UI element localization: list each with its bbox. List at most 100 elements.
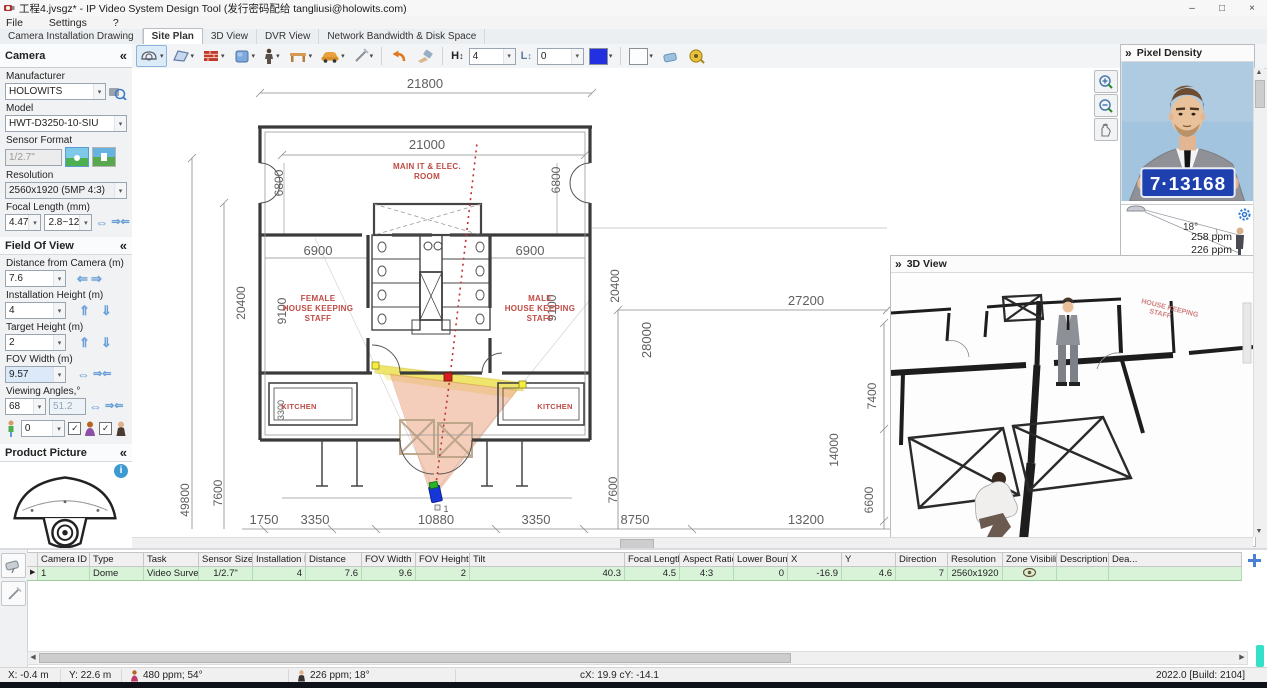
column-header-description[interactable]: Description xyxy=(1057,552,1109,567)
cell-fov-width[interactable]: 9.6 xyxy=(362,567,416,581)
install-height-down-button[interactable]: ⇓ xyxy=(101,304,112,317)
column-header-focal-length[interactable]: Focal Length xyxy=(625,552,680,567)
column-header-zone-visibility[interactable]: Zone Visibility xyxy=(1003,552,1057,567)
cell-task[interactable]: Video Surveillance xyxy=(144,567,199,581)
column-header-installation-hei-[interactable]: Installation Hei... xyxy=(253,552,306,567)
undo-button[interactable] xyxy=(387,45,411,67)
cell-camera-id[interactable]: 1 xyxy=(38,567,90,581)
cell-installation-hei-[interactable]: 4 xyxy=(253,567,306,581)
collapse-fov-icon[interactable]: « xyxy=(120,238,127,253)
furniture-tool-button[interactable]: ▾ xyxy=(285,45,316,67)
pan-hand-button[interactable] xyxy=(1094,118,1118,141)
target-height-select[interactable]: 2▾ xyxy=(5,334,66,351)
table-horizontal-scrollbar[interactable]: ◀ ▶ xyxy=(27,651,1248,665)
fov-handle-left[interactable] xyxy=(372,362,379,369)
angle-narrow-button[interactable]: ⇒⇐ xyxy=(105,400,123,413)
close-button[interactable]: × xyxy=(1237,0,1267,16)
person-height-icon[interactable] xyxy=(5,420,18,437)
three-d-view-scrollbar[interactable] xyxy=(1243,303,1251,363)
target-height-down-button[interactable]: ⇓ xyxy=(101,336,112,349)
camera-list-tool-button[interactable] xyxy=(1,553,26,578)
column-header-direction[interactable]: Direction xyxy=(896,552,948,567)
tab-dvr-view[interactable]: DVR View xyxy=(257,29,319,44)
vehicle-tool-button[interactable]: ▾ xyxy=(317,45,348,67)
cell-type[interactable]: Dome xyxy=(90,567,144,581)
box-tool-button[interactable]: ▾ xyxy=(230,45,259,67)
table-vertical-scrollbar-thumb[interactable] xyxy=(1256,645,1264,667)
column-header-sensor-size[interactable]: Sensor Size xyxy=(199,552,253,567)
show-male-checkbox[interactable]: ✓ xyxy=(99,422,112,435)
add-row-button[interactable] xyxy=(1246,552,1262,569)
tab-site-plan[interactable]: Site Plan xyxy=(143,28,203,45)
gear-icon[interactable] xyxy=(1237,207,1252,222)
focal-range-select[interactable]: 2.8~12▾ xyxy=(44,214,92,231)
expand-pixel-density-icon[interactable]: » xyxy=(1125,46,1132,60)
column-header-dea-[interactable]: Dea... xyxy=(1109,552,1242,567)
maximize-button[interactable]: □ xyxy=(1207,0,1237,16)
paint-button[interactable] xyxy=(413,45,437,67)
column-header-task[interactable]: Task xyxy=(144,552,199,567)
column-header-type[interactable]: Type xyxy=(90,552,144,567)
cell-description[interactable] xyxy=(1057,567,1109,581)
cell-resolution[interactable]: 2560x1920 xyxy=(948,567,1003,581)
cell-tilt[interactable]: 40.3 xyxy=(470,567,625,581)
scene-preview-icon[interactable] xyxy=(65,147,89,167)
angle-widen-button[interactable]: ⇔ xyxy=(89,400,102,413)
cell-x[interactable]: -16.9 xyxy=(788,567,842,581)
collapse-left-icon[interactable]: « xyxy=(120,48,127,63)
column-header-distance[interactable]: Distance xyxy=(306,552,362,567)
fov-width-widen-button[interactable]: ⇔ xyxy=(77,368,90,381)
distance-decrease-button[interactable]: ⇐ xyxy=(77,272,88,285)
pen-tool-button[interactable]: ▾ xyxy=(350,45,377,67)
cell-aspect-ratio[interactable]: 4:3 xyxy=(680,567,734,581)
person-offset-select[interactable]: 0▾ xyxy=(21,420,66,437)
column-header-y[interactable]: Y xyxy=(842,552,896,567)
tab-camera-installation-drawing[interactable]: Camera Installation Drawing xyxy=(0,29,143,44)
column-header-resolution[interactable]: Resolution xyxy=(948,552,1003,567)
manufacturer-select[interactable]: HOLOWITS▾ xyxy=(5,83,106,100)
background-color-button[interactable]: ▾ xyxy=(626,45,656,67)
fov-handle-right[interactable] xyxy=(519,381,526,388)
eraser-button[interactable] xyxy=(658,45,682,67)
minimize-button[interactable]: – xyxy=(1177,0,1207,16)
fov-handle-center[interactable] xyxy=(444,373,452,381)
column-header-camera-id[interactable]: Camera ID xyxy=(38,552,90,567)
widen-fov-button[interactable]: ⇔ xyxy=(95,216,108,229)
lower-bound-select[interactable]: 0▾ xyxy=(537,48,584,65)
camera-tool-button[interactable]: ▾ xyxy=(136,45,167,67)
wall-tool-button[interactable]: ▾ xyxy=(199,45,228,67)
cell-fov-height[interactable]: 2 xyxy=(416,567,470,581)
viewing-angle-h-select[interactable]: 68▾ xyxy=(5,398,46,415)
zoom-out-button[interactable] xyxy=(1094,94,1118,117)
focal-length-select[interactable]: 4.47▾ xyxy=(5,214,41,231)
scene-preview2-icon[interactable] xyxy=(92,147,116,167)
narrow-fov-button[interactable]: ⇒⇐ xyxy=(111,216,129,229)
menu-help[interactable]: ? xyxy=(113,17,119,29)
distance-increase-button[interactable]: ⇒ xyxy=(91,272,102,285)
collapse-product-icon[interactable]: « xyxy=(120,445,127,460)
measure-button[interactable] xyxy=(684,45,708,67)
cell-distance[interactable]: 7.6 xyxy=(306,567,362,581)
camera-table-data-row[interactable]: ▶1DomeVideo Surveillance1/2.7"47.69.6240… xyxy=(27,567,1242,581)
three-d-view-scene[interactable]: HOUSE KEEPING STAFF xyxy=(891,273,1253,545)
tab-3d-view[interactable]: 3D View xyxy=(203,29,257,44)
column-header-tilt[interactable]: Tilt xyxy=(470,552,625,567)
column-header-aspect-ratio[interactable]: Aspect Ratio xyxy=(680,552,734,567)
cell-sensor-size[interactable]: 1/2.7" xyxy=(199,567,253,581)
expand-3d-view-icon[interactable]: » xyxy=(895,257,902,271)
column-header-x[interactable]: X xyxy=(788,552,842,567)
column-header-lower-bound[interactable]: Lower Bound xyxy=(734,552,788,567)
column-header-fov-width[interactable]: FOV Width xyxy=(362,552,416,567)
zone-tool-button[interactable]: ▾ xyxy=(169,45,198,67)
fov-width-narrow-button[interactable]: ⇒⇐ xyxy=(93,368,111,381)
cell-focal-length[interactable]: 4.5 xyxy=(625,567,680,581)
cell-dea-[interactable] xyxy=(1109,567,1242,581)
distance-select[interactable]: 7.6▾ xyxy=(5,270,66,287)
fov-width-select[interactable]: 9.57▾ xyxy=(5,366,66,383)
tab-network-bandwidth-disk-space[interactable]: Network Bandwidth & Disk Space xyxy=(319,29,485,44)
pen-list-tool-button[interactable] xyxy=(1,581,26,606)
zoom-in-button[interactable] xyxy=(1094,70,1118,93)
canvas-vertical-scrollbar[interactable]: ▲ ▼ xyxy=(1253,68,1264,537)
info-icon[interactable]: i xyxy=(114,464,128,478)
model-select[interactable]: HWT-D3250-10-SIU▾ xyxy=(5,115,127,132)
